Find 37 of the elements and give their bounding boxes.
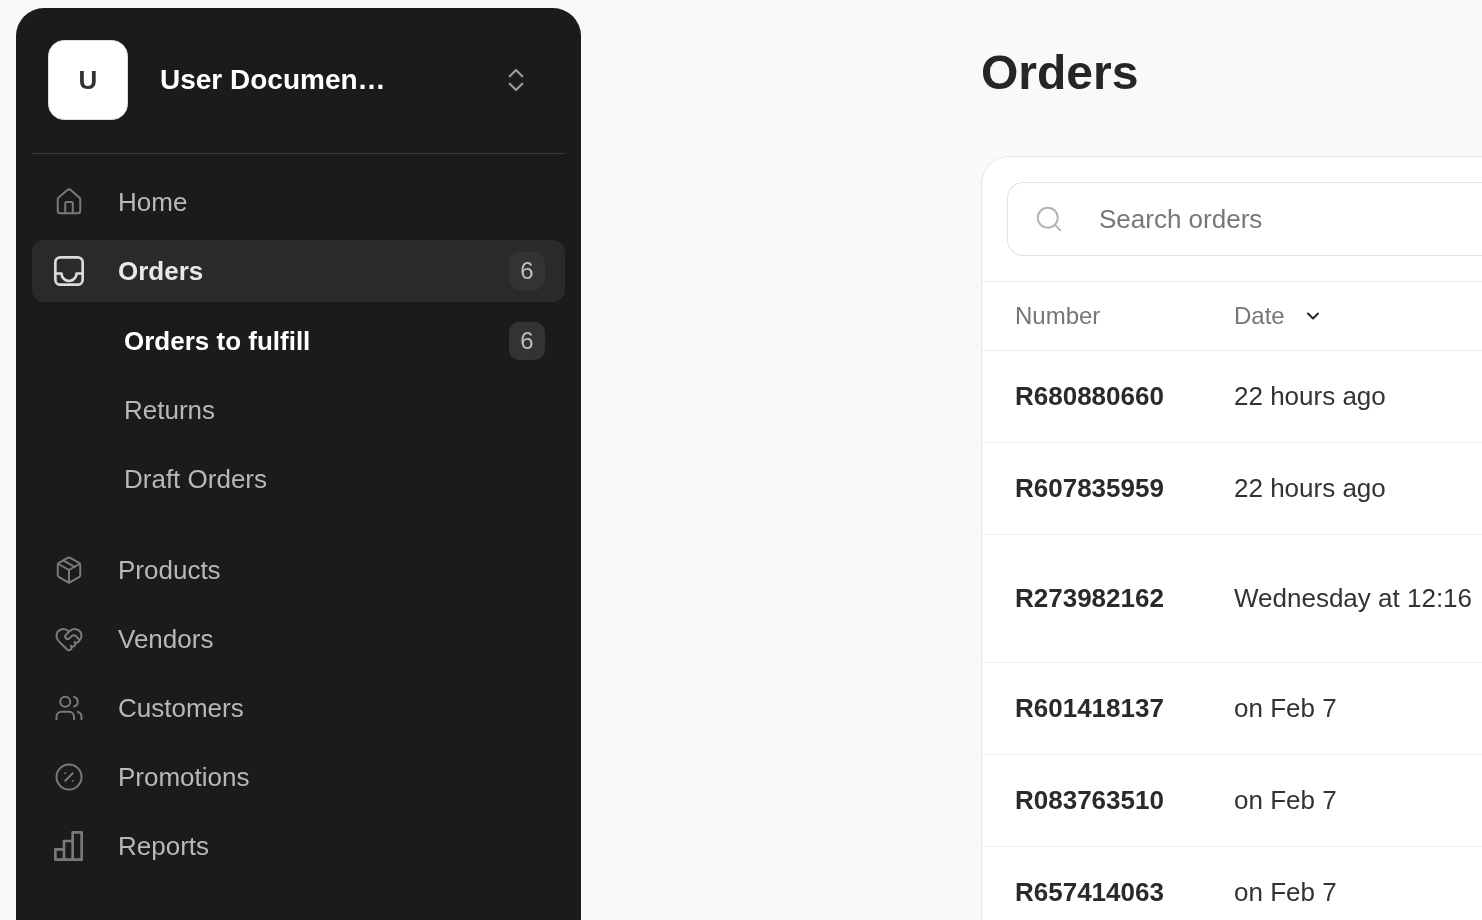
nav-item[interactable]: Home bbox=[32, 171, 565, 233]
search-icon bbox=[1034, 204, 1064, 234]
inbox-icon bbox=[54, 256, 84, 286]
order-number-cell: R601418137 bbox=[1015, 693, 1164, 723]
box-icon bbox=[54, 555, 84, 585]
nav-item[interactable]: Orders 6 bbox=[32, 240, 565, 302]
nav-item[interactable]: Vendors bbox=[32, 608, 565, 670]
column-header[interactable]: Number bbox=[1015, 298, 1101, 334]
order-number-cell: R607835959 bbox=[1015, 473, 1164, 503]
nav-item[interactable]: Promotions bbox=[32, 746, 565, 808]
date-cell-text: 22 hours ago bbox=[1234, 380, 1386, 413]
workspace-avatar: U bbox=[48, 40, 128, 120]
nav-subitem[interactable]: Draft Orders bbox=[32, 448, 565, 510]
nav-item[interactable]: Products bbox=[32, 539, 565, 601]
nav-item[interactable]: Reports bbox=[32, 815, 565, 877]
percent-icon bbox=[54, 762, 84, 792]
nav-subitem[interactable]: Orders to fulfill 6 bbox=[32, 310, 565, 372]
bar-chart-icon bbox=[54, 831, 84, 861]
date-cell-text: on Feb 7 bbox=[1234, 876, 1337, 909]
nav-item[interactable]: Customers bbox=[32, 677, 565, 739]
count-badge: 6 bbox=[509, 322, 545, 360]
house-icon bbox=[54, 187, 84, 217]
date-cell-text: Wednesday at 12:16 bbox=[1234, 582, 1473, 615]
date-cell-text: on Feb 7 bbox=[1234, 692, 1337, 725]
date-cell-text: 22 hours ago bbox=[1234, 472, 1386, 505]
count-badge: 6 bbox=[509, 252, 545, 290]
nav-subitem[interactable]: Returns bbox=[32, 379, 565, 441]
order-number-cell: R273982162 bbox=[1015, 583, 1164, 613]
order-number-cell: R680880660 bbox=[1015, 381, 1164, 411]
users-icon bbox=[54, 693, 84, 723]
date-cell-text: on Feb 7 bbox=[1234, 784, 1337, 817]
order-number-cell: R083763510 bbox=[1015, 785, 1164, 815]
column-header[interactable]: Date bbox=[1234, 298, 1323, 334]
workspace-name: User Documen… bbox=[160, 63, 386, 97]
order-number-cell: R657414063 bbox=[1015, 877, 1164, 907]
search-field[interactable]: Search orders bbox=[1007, 182, 1482, 256]
page-title: Orders bbox=[981, 49, 1139, 97]
